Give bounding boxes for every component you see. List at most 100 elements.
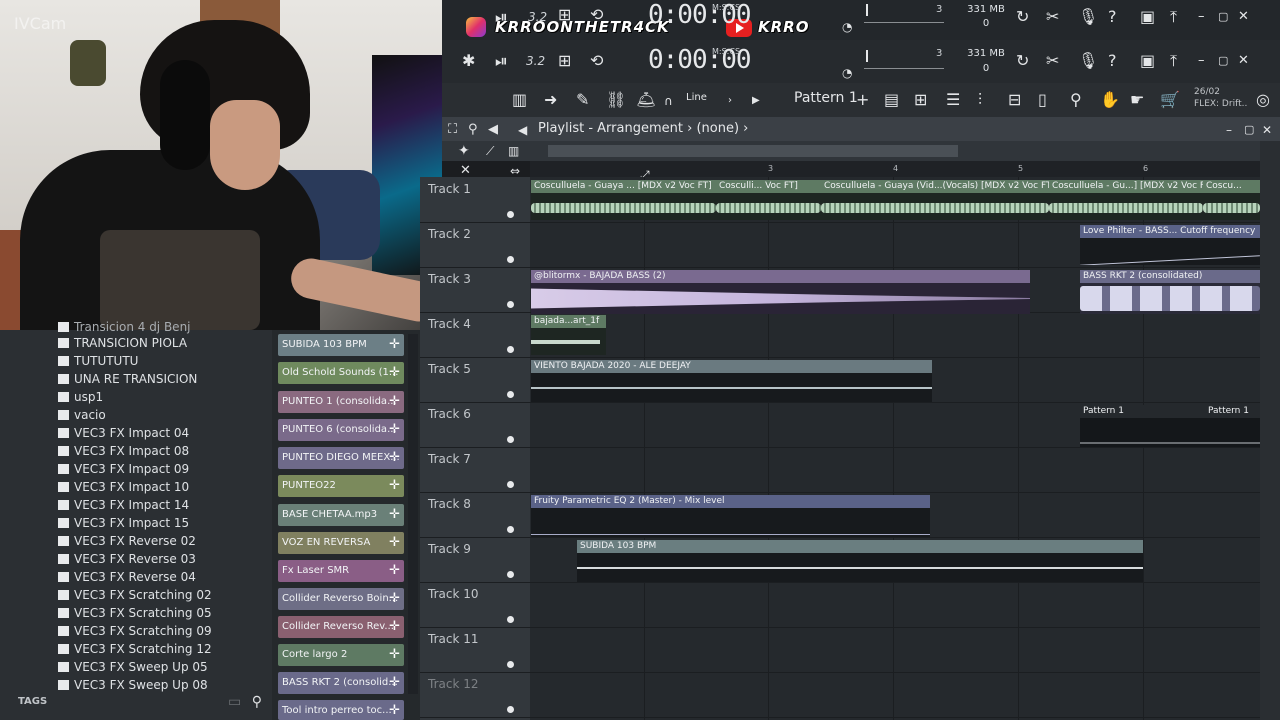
channel-item[interactable]: SUBIDA 103 BPM ✛ <box>278 334 404 356</box>
save-icon[interactable]: ▣ <box>1140 8 1155 26</box>
playlist-icon[interactable]: ▤ <box>884 91 899 109</box>
track-name[interactable]: Track 2 <box>428 227 471 241</box>
track-name[interactable]: Track 5 <box>428 362 471 376</box>
channel-item[interactable]: BASS RKT 2 (consolid... ✛ <box>278 672 404 694</box>
news-text[interactable]: FLEX: Drift.. <box>1194 98 1247 110</box>
track-name[interactable]: Track 10 <box>428 587 478 601</box>
pattern-selector[interactable]: Pattern 1 <box>794 90 858 106</box>
audio-clip[interactable]: Cosculluela - Guaya (Vid...(Vocals) [MDX… <box>821 180 1049 220</box>
track-name[interactable]: Track 11 <box>428 632 478 646</box>
track-name[interactable]: Track 4 <box>428 317 471 331</box>
piano-keys-icon[interactable]: ▥ <box>512 91 527 109</box>
channel-add-icon[interactable]: ✛ <box>389 391 400 413</box>
playlist-selection[interactable]: (none) <box>696 121 739 136</box>
metronome-icon[interactable]: ⊞ <box>558 6 571 24</box>
browser-item[interactable]: VEC3 FX Scratching 02 <box>74 586 212 604</box>
channel-item[interactable]: Corte largo 2 ✛ <box>278 644 404 666</box>
pattern-clip[interactable]: Pattern 1 <box>1080 405 1205 447</box>
chevron-right-icon[interactable]: › <box>728 92 732 110</box>
audio-clip[interactable]: Coscu... <box>1203 180 1260 220</box>
browser-item[interactable]: VEC3 FX Scratching 09 <box>74 622 212 640</box>
tags-label[interactable]: TAGS <box>18 696 47 707</box>
browser-icon[interactable]: ▯ <box>1038 91 1047 109</box>
browser-item[interactable]: VEC3 FX Sweep Up 08 <box>74 676 208 694</box>
search-icon[interactable]: ⚲ <box>252 694 262 710</box>
track-mute-dot[interactable] <box>507 346 514 353</box>
audio-clip[interactable]: SUBIDA 103 BPM <box>577 540 1143 582</box>
question-icon[interactable]: ? <box>1108 52 1117 70</box>
loop-record-icon[interactable]: ⟲ <box>590 52 603 70</box>
channel-add-icon[interactable]: ✛ <box>389 504 400 526</box>
arrow-right-icon[interactable]: ➜ <box>544 91 557 109</box>
playlist-vertical-scrollbar[interactable] <box>1260 141 1280 720</box>
shop-icon[interactable]: 🛒 <box>1160 91 1180 109</box>
magnet-icon[interactable]: ∩ <box>664 92 673 110</box>
pattern-song-switch-icon[interactable]: ⏯ <box>495 52 508 70</box>
channel-add-icon[interactable]: ✛ <box>389 588 400 610</box>
export-icon[interactable]: ⤒ <box>1170 52 1177 70</box>
browser-item[interactable]: usp1 <box>74 388 103 406</box>
browser-item[interactable]: TRANSICION PIOLA <box>74 334 187 352</box>
browser-item[interactable]: VEC3 FX Scratching 05 <box>74 604 212 622</box>
undo-history-icon[interactable]: ↻ <box>1016 52 1029 70</box>
audio-clip[interactable]: Cosculluela - Guaya ... [MDX v2 Voc FT] <box>531 180 716 220</box>
track-mute-dot[interactable] <box>507 526 514 533</box>
channel-item[interactable]: PUNTEO 6 (consolida... ✛ <box>278 419 404 441</box>
channel-add-icon[interactable]: ✛ <box>389 419 400 441</box>
audio-clip[interactable]: Cosculluela - Gu...] [MDX v2 Voc FT] <box>1049 180 1203 220</box>
speaker-icon[interactable]: ◀ <box>488 121 498 139</box>
browser-item[interactable]: UNA RE TRANSICION <box>74 370 197 388</box>
mixer-icon[interactable]: ⫶ <box>978 91 982 109</box>
channel-add-icon[interactable]: ✛ <box>389 644 400 666</box>
browser-item[interactable]: VEC3 FX Reverse 03 <box>74 550 196 568</box>
channel-item[interactable]: PUNTEO 1 (consolida... ✛ <box>278 391 404 413</box>
track-mute-dot[interactable] <box>507 211 514 218</box>
piano-roll-icon[interactable]: ☰ <box>946 91 960 109</box>
settings-icon[interactable]: ◎ <box>1256 91 1270 109</box>
channel-add-icon[interactable]: ✛ <box>389 475 400 497</box>
metronome-button-icon[interactable]: ⊞ <box>558 52 571 70</box>
snap-move-icon[interactable]: ✦ <box>458 142 470 160</box>
tempo-display[interactable]: 3.2 <box>528 10 547 24</box>
bell-icon[interactable]: 🛎 <box>636 91 656 109</box>
undo-icon[interactable]: ↻ <box>1016 8 1029 26</box>
channel-rack-scrollbar[interactable] <box>408 334 418 694</box>
channel-add-icon[interactable]: ✛ <box>389 672 400 694</box>
record-mode-icon[interactable]: ⟲ <box>590 6 603 24</box>
channel-add-icon[interactable]: ✛ <box>389 334 400 356</box>
audio-clip[interactable]: Cosculli... Voc FT] <box>716 180 821 220</box>
pattern-clip[interactable]: Pattern 1 <box>1205 405 1260 447</box>
channel-add-icon[interactable]: ✛ <box>389 362 400 384</box>
scissors-icon[interactable]: ✂ <box>1046 52 1059 70</box>
track-mute-dot[interactable] <box>507 436 514 443</box>
pitch-knob-icon[interactable]: ◔ <box>842 64 852 82</box>
browser-item[interactable]: VEC3 FX Impact 09 <box>74 460 189 478</box>
fullscreen-icon[interactable]: ⛶ <box>448 121 457 139</box>
channel-rack-icon[interactable]: ⊟ <box>1008 91 1021 109</box>
audio-clip[interactable]: bajada...art_1f <box>531 315 606 355</box>
performance-icon[interactable]: ✋ <box>1100 91 1120 109</box>
track-name[interactable]: Track 12 <box>428 677 478 691</box>
track-mute-dot[interactable] <box>507 481 514 488</box>
track-mute-dot[interactable] <box>507 256 514 263</box>
track-mute-dot[interactable] <box>507 616 514 623</box>
browser-item[interactable]: vacio <box>74 406 106 424</box>
window-minimize-icon[interactable]: – <box>1198 52 1205 70</box>
browser-item[interactable]: VEC3 FX Reverse 04 <box>74 568 196 586</box>
cut-icon[interactable]: ✂ <box>1046 8 1059 26</box>
pencil-icon[interactable]: ✎ <box>576 91 589 109</box>
step-sequencer-icon[interactable]: ⊞ <box>914 91 927 109</box>
master-volume-slider[interactable] <box>866 4 868 16</box>
channel-add-icon[interactable]: ✛ <box>389 700 400 720</box>
track-name[interactable]: Track 9 <box>428 542 471 556</box>
maximize-icon[interactable]: ▢ <box>1218 8 1228 26</box>
overview-scrollbar-thumb[interactable] <box>548 145 958 157</box>
track-name[interactable]: Track 3 <box>428 272 471 286</box>
mic-icon[interactable]: 🎙 <box>1078 52 1098 70</box>
channel-item[interactable]: VOZ EN REVERSA ✛ <box>278 532 404 554</box>
track-name[interactable]: Track 6 <box>428 407 471 421</box>
channel-add-icon[interactable]: ✛ <box>389 532 400 554</box>
browser-item[interactable]: VEC3 FX Impact 10 <box>74 478 189 496</box>
channel-item[interactable]: PUNTEO22 ✛ <box>278 475 404 497</box>
channel-item[interactable]: PUNTEO DIEGO MEEX... ✛ <box>278 447 404 469</box>
